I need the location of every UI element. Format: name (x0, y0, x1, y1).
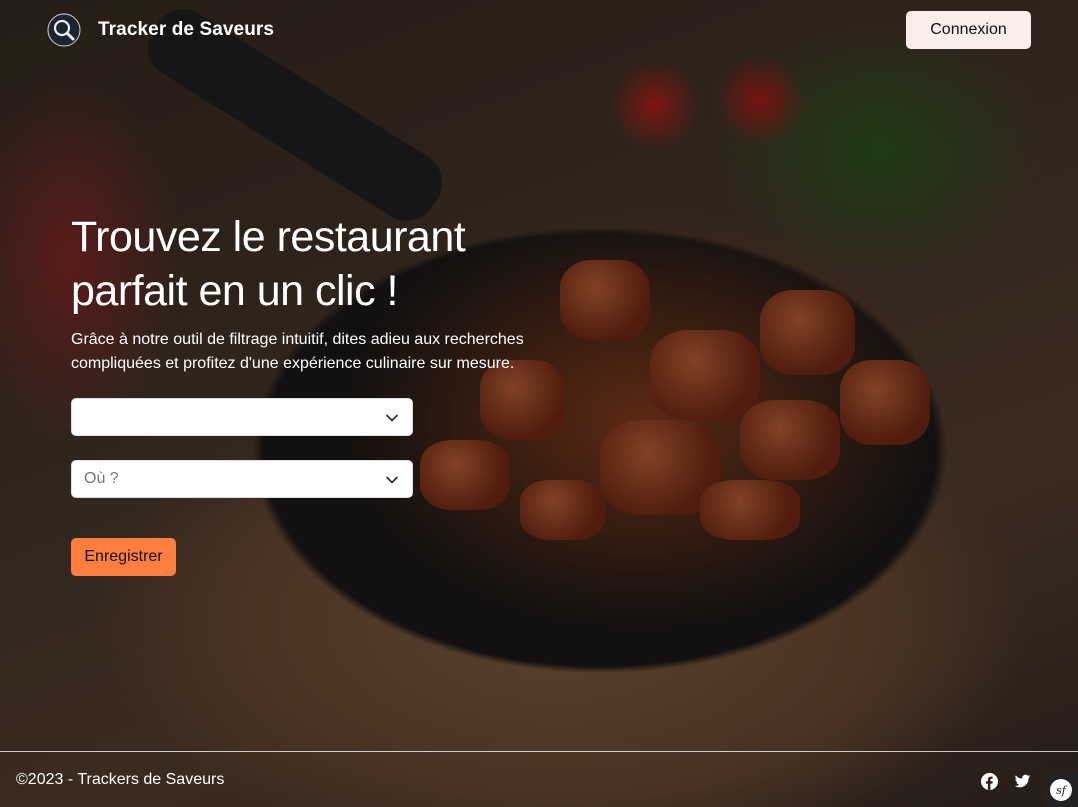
twitter-icon[interactable] (1014, 773, 1031, 790)
symfony-logo-icon: sf (1050, 779, 1072, 801)
location-select[interactable]: Où ? (71, 460, 413, 498)
hero-lead: Grâce à notre outil de filtrage intuitif… (71, 331, 524, 372)
chevron-down-icon (386, 476, 398, 484)
footer: ©2023 - Trackers de Saveurs sf (0, 751, 1078, 807)
chevron-down-icon (386, 414, 398, 422)
navbar: Tracker de Saveurs Connexion (0, 0, 1078, 60)
location-select-placeholder: Où ? (84, 470, 119, 487)
save-button[interactable]: Enregistrer (71, 538, 176, 576)
cuisine-select[interactable] (71, 398, 413, 436)
social-links (981, 773, 1031, 790)
symfony-debug-badge[interactable]: sf (1044, 773, 1078, 807)
hero-section: Trouvez le restaurant parfait en un clic… (71, 210, 541, 576)
hero-title: Trouvez le restaurant parfait en un clic… (71, 213, 466, 315)
magnifier-logo-icon[interactable] (47, 13, 81, 47)
copyright-text: ©2023 - Trackers de Saveurs (16, 770, 225, 788)
facebook-icon[interactable] (981, 773, 998, 790)
brand-name[interactable]: Tracker de Saveurs (98, 19, 274, 41)
login-button[interactable]: Connexion (906, 11, 1031, 49)
